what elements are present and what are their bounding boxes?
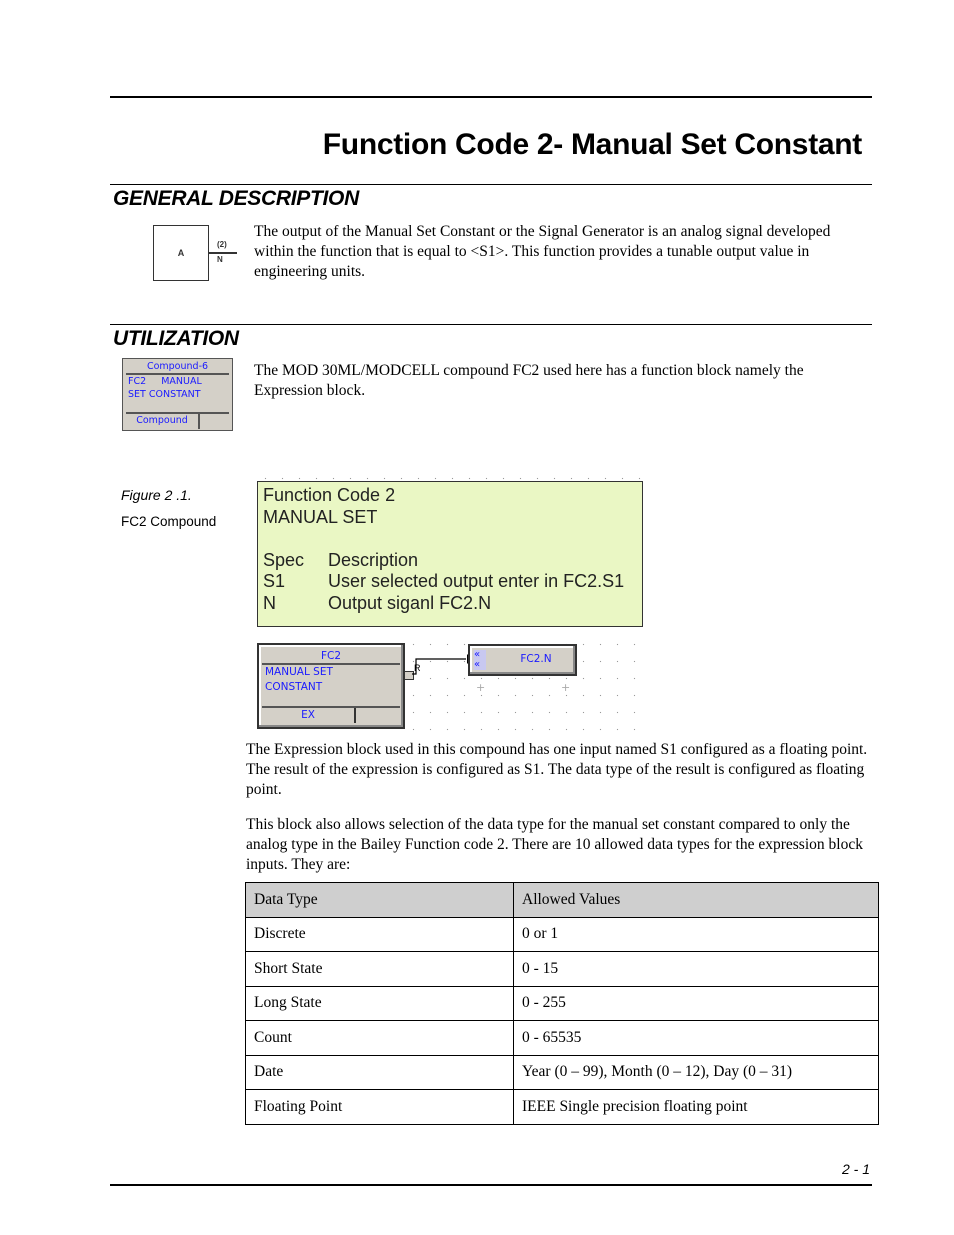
- output-tag-label: FC2.N: [520, 653, 552, 665]
- table-row: Long State 0 - 255: [245, 985, 879, 1021]
- utilization-heading: UTILIZATION: [113, 327, 239, 350]
- grid-dots: [257, 470, 642, 480]
- block-line2: CONSTANT: [265, 681, 323, 693]
- general-description-heading: GENERAL DESCRIPTION: [113, 187, 359, 210]
- spec-row: S1 User selected output enter in FC2.S1: [263, 571, 625, 591]
- tag-arrows-icon: ««: [474, 650, 486, 670]
- description-line2: MANUAL SET: [263, 506, 378, 527]
- expression-paragraph: The Expression block used in this compou…: [246, 741, 868, 798]
- table-row: Discrete 0 or 1: [245, 916, 879, 952]
- description-box: Function Code 2 MANUAL SET Spec Descripti…: [257, 481, 643, 627]
- output-tag-block[interactable]: «« FC2.N: [468, 644, 577, 676]
- output-number: (2): [217, 240, 227, 249]
- table-row: Count 0 - 65535: [245, 1020, 879, 1056]
- data-type-paragraph: This block also allows selection of the …: [246, 816, 863, 873]
- block-label: A: [177, 248, 185, 258]
- compound-icon-line2: SET CONSTANT: [128, 389, 201, 400]
- output-name: N: [217, 255, 223, 264]
- connection-wire: [412, 654, 472, 675]
- column-header: Allowed Values: [513, 882, 879, 918]
- spec-row: N Output siganl FC2.N: [263, 592, 492, 613]
- spec-row: Spec Description: [263, 549, 419, 570]
- general-description-text: The output of the Manual Set Constant or…: [254, 223, 831, 280]
- figure-subcaption: FC2 Compound: [121, 514, 217, 529]
- fc2-expression-block[interactable]: FC2 MANUAL SET CONSTANT EX: [257, 643, 405, 729]
- block-line1: MANUAL SET: [265, 666, 333, 678]
- column-header: Data Type: [245, 882, 514, 918]
- table-row: Short State 0 - 15: [245, 951, 879, 987]
- compound-icon-header: Compound-6: [126, 361, 229, 375]
- table-header-row: Data Type Allowed Values: [245, 882, 879, 918]
- compound-icon-line1: FC2 MANUAL: [128, 376, 202, 387]
- table-row: Floating Point IEEE Single precision floa…: [245, 1089, 879, 1125]
- utilization-text: The MOD 30ML/MODCELL compound FC2 used h…: [254, 362, 804, 399]
- compound-icon-footer: Compound: [126, 414, 200, 429]
- section-rule: [110, 324, 872, 325]
- section-rule: [110, 184, 872, 185]
- block-header: FC2: [262, 650, 400, 665]
- block-footer: EX: [262, 708, 356, 723]
- description-line1: Function Code 2: [263, 485, 396, 505]
- footer-rule: [110, 1184, 872, 1186]
- grid-cross-icon: +: [476, 681, 486, 694]
- page-title: Function Code 2- Manual Set Constant: [322, 128, 863, 161]
- function-block-symbol: A: [153, 225, 209, 281]
- figure-caption: Figure 2 .1.: [121, 487, 192, 503]
- page-number: 2 - 1: [841, 1161, 870, 1177]
- data-type-table: Data Type Allowed Values Discrete 0 or 1 …: [245, 882, 879, 1125]
- table-row: Date Year (0 – 99), Month (0 – 12), Day (…: [245, 1054, 879, 1090]
- output-line: [209, 252, 237, 254]
- grid-cross-icon: +: [561, 681, 571, 694]
- header-rule: [110, 96, 872, 98]
- compound-icon[interactable]: Compound-6 FC2 MANUAL SET CONSTANT Compo…: [122, 358, 233, 431]
